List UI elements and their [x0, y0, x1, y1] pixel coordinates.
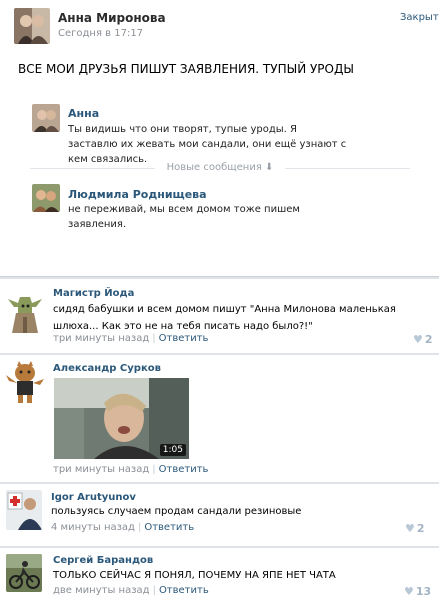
comment-card: Магистр Йода сидяд бабушки и всем домом …	[0, 279, 439, 353]
commenter-avatar[interactable]	[6, 554, 42, 592]
like-button[interactable]: ♥ 2	[405, 522, 425, 535]
comment-author[interactable]: Igor Arutyunov	[51, 492, 136, 503]
message-avatar[interactable]	[32, 184, 60, 212]
commenter-avatar[interactable]	[6, 361, 44, 403]
comment-meta: три минуты назад | Ответить	[53, 333, 209, 344]
video-thumbnail[interactable]: 1:05	[54, 378, 189, 459]
message-author[interactable]: Анна	[68, 107, 99, 120]
comment-author[interactable]: Сергей Барандов	[53, 555, 153, 566]
reply-button[interactable]: Ответить	[159, 464, 209, 475]
post-time: Сегодня в 17:17	[58, 28, 144, 39]
post-card: Анна Миронова Сегодня в 17:17 Закрыть ВС…	[0, 0, 439, 277]
comment-card: Сергей Барандов ТОЛЬКО СЕЙЧАС Я ПОНЯЛ, П…	[0, 548, 439, 604]
heart-icon: ♥	[413, 333, 423, 346]
like-count: 13	[415, 585, 432, 598]
like-button[interactable]: ♥ 2	[413, 333, 433, 346]
comment-time: две минуты назад	[53, 585, 150, 596]
author-avatar[interactable]	[14, 8, 50, 44]
like-count: 2	[424, 333, 433, 346]
new-messages-label: Новые сообщения ⬇	[166, 162, 274, 173]
comment-time: три минуты назад	[53, 333, 150, 344]
comment-card: Igor Arutyunov пользуясь случаем продам …	[0, 484, 439, 546]
comment-text: ТОЛЬКО СЕЙЧАС Я ПОНЯЛ, ПОЧЕМУ НА ЯПЕ НЕТ…	[53, 570, 336, 581]
message-author[interactable]: Людмила Роднищева	[68, 188, 207, 201]
like-count: 2	[416, 522, 425, 535]
message-avatar[interactable]	[32, 104, 60, 132]
message-text: Ты видишь что они творят, тупые уроды. Я…	[68, 124, 347, 165]
video-duration: 1:05	[159, 444, 186, 456]
comment-meta: три минуты назад | Ответить	[53, 464, 209, 475]
like-button[interactable]: ♥ 13	[404, 585, 431, 598]
new-messages-divider: Новые сообщения ⬇	[30, 162, 410, 174]
reply-button[interactable]: Ответить	[159, 333, 209, 344]
reply-button[interactable]: Ответить	[144, 522, 194, 533]
comment-time: 4 минуты назад	[51, 522, 135, 533]
post-text: ВСЕ МОИ ДРУЗЬЯ ПИШУТ ЗАЯВЛЕНИЯ. ТУПЫЙ УР…	[18, 62, 354, 76]
comment-text: пользуясь случаем продам сандали резинов…	[51, 506, 302, 517]
heart-icon: ♥	[405, 522, 415, 535]
comment-meta: две минуты назад | Ответить	[53, 585, 209, 596]
close-button[interactable]: Закрыть	[400, 12, 439, 23]
comment-author[interactable]: Магистр Йода	[53, 288, 134, 299]
comment-meta: 4 минуты назад | Ответить	[51, 522, 195, 533]
heart-icon: ♥	[404, 585, 414, 598]
commenter-avatar[interactable]	[6, 287, 44, 333]
post-author[interactable]: Анна Миронова	[58, 11, 166, 25]
commenter-avatar[interactable]	[6, 490, 42, 530]
message-text: не переживай, мы всем домом тоже пишем з…	[68, 204, 300, 230]
comment-time: три минуты назад	[53, 464, 150, 475]
comment-text: сидяд бабушки и всем домом пишут "Анна М…	[53, 304, 396, 332]
comment-author[interactable]: Александр Сурков	[53, 363, 161, 374]
reply-button[interactable]: Ответить	[159, 585, 209, 596]
